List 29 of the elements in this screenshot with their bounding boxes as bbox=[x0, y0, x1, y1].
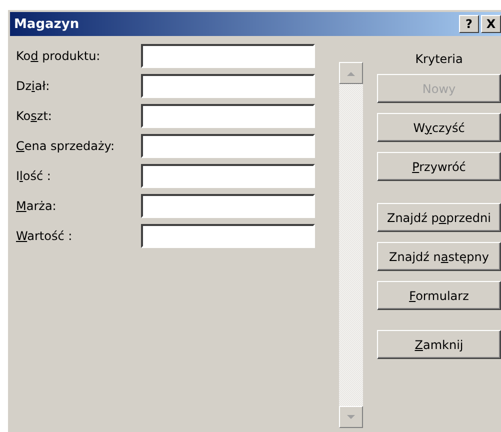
input-field[interactable] bbox=[141, 44, 315, 68]
field-label: Wartość : bbox=[16, 229, 74, 243]
field-label: Kod produktu: bbox=[16, 49, 102, 63]
dialog-button[interactable]: Znajdź poprzedni bbox=[377, 203, 501, 232]
up-arrow-icon bbox=[347, 70, 355, 76]
dialog-button[interactable]: Znajdź następny bbox=[377, 242, 501, 271]
input-field[interactable] bbox=[141, 224, 315, 248]
field-label: Dział: bbox=[16, 79, 51, 93]
scroll-down-button[interactable] bbox=[339, 406, 363, 428]
input-field[interactable] bbox=[141, 164, 315, 188]
help-button[interactable]: ? bbox=[459, 15, 479, 33]
close-button[interactable]: X bbox=[481, 15, 501, 33]
dialog-button[interactable]: Wyczyść bbox=[377, 113, 501, 142]
scrollbar[interactable] bbox=[339, 62, 363, 428]
field-label: Koszt: bbox=[16, 109, 53, 123]
input-field[interactable] bbox=[141, 194, 315, 218]
field-label: Marża: bbox=[16, 199, 58, 213]
input-field[interactable] bbox=[141, 74, 315, 98]
criteria-label: Kryteria bbox=[415, 52, 463, 66]
dialog-button[interactable]: Zamknij bbox=[377, 330, 501, 359]
input-field[interactable] bbox=[141, 104, 315, 128]
input-field[interactable] bbox=[141, 134, 315, 158]
dialog-button[interactable]: Przywróć bbox=[377, 152, 501, 181]
window-title: Magazyn bbox=[14, 16, 80, 32]
field-label: Ilość : bbox=[16, 169, 52, 183]
dialog-button[interactable]: Formularz bbox=[377, 281, 501, 310]
down-arrow-icon bbox=[347, 414, 355, 420]
scroll-up-button[interactable] bbox=[339, 62, 363, 84]
field-label: Cena sprzedaży: bbox=[16, 139, 116, 153]
